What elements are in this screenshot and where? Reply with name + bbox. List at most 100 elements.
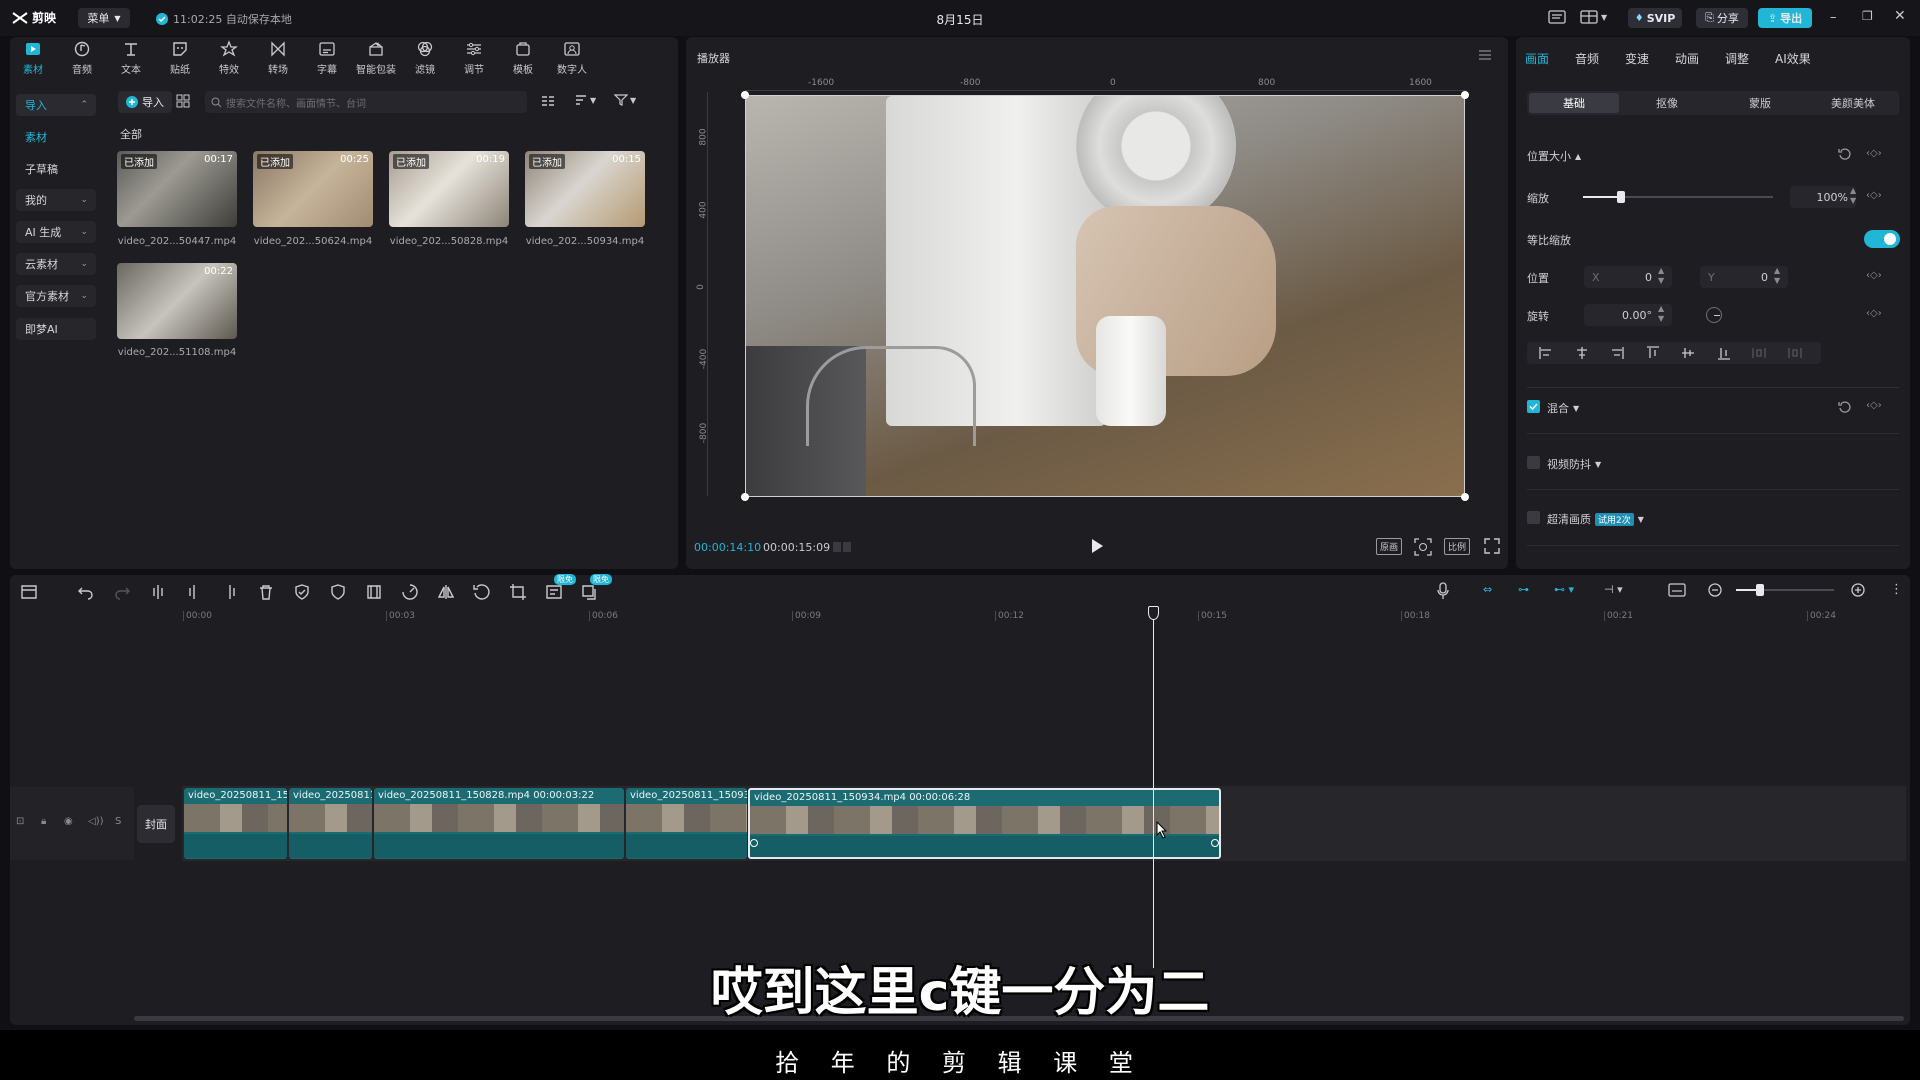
keyframe-icon[interactable]: ‹◇› [1866, 270, 1882, 281]
auto-snap-icon[interactable]: ⊶ [1518, 583, 1540, 599]
resize-handle[interactable] [1461, 493, 1469, 501]
layout-select-icon[interactable] [18, 581, 40, 603]
undo-icon[interactable] [75, 581, 97, 603]
distribute-h-icon[interactable] [1752, 346, 1766, 360]
list-view-icon[interactable] [541, 95, 555, 107]
properties-tab[interactable]: 变速 [1625, 50, 1649, 67]
properties-tab[interactable]: 音频 [1575, 50, 1599, 67]
delete-icon[interactable] [255, 581, 277, 603]
search-input[interactable]: 搜索文件名称、画面情节、台词 [205, 91, 527, 113]
media-thumb[interactable]: 已添加 00:19 [389, 151, 509, 227]
play-button[interactable] [1090, 538, 1104, 554]
hd-checkbox[interactable] [1527, 511, 1540, 524]
distribute-v-icon[interactable] [1787, 346, 1802, 360]
stabilize-section[interactable]: 视频防抖 ▼ [1547, 456, 1601, 472]
align-left-icon[interactable] [1539, 346, 1553, 360]
grid-view-icon[interactable] [176, 94, 190, 108]
panel-layout-icon[interactable]: ▼ [1580, 9, 1607, 25]
blend-section[interactable]: 混合 ▼ [1547, 400, 1579, 416]
y-stepper-arrows[interactable]: ▲ ▼ [1774, 266, 1780, 286]
reset-icon[interactable] [1838, 147, 1852, 161]
minimize-icon[interactable]: – [1830, 10, 1837, 25]
hd-section[interactable]: 超清画质 试用2次 ▼ [1547, 511, 1644, 527]
zoom-slider-knob[interactable] [1756, 584, 1764, 596]
playhead-line[interactable] [1153, 608, 1154, 968]
maximize-icon[interactable]: ❐ [1862, 9, 1873, 23]
scale-slider-knob[interactable] [1617, 191, 1625, 203]
filter-icon[interactable]: ▼ [614, 94, 636, 106]
rotation-stepper-arrows[interactable]: ▲ ▼ [1658, 304, 1664, 324]
linkage-icon[interactable]: ⊷ ▾ [1554, 583, 1586, 599]
stabilize-checkbox[interactable] [1527, 456, 1540, 469]
sidebar-item[interactable]: 导入 ⌃ [16, 94, 96, 116]
align-top-icon[interactable] [1646, 346, 1660, 360]
scale-slider[interactable] [1583, 191, 1773, 203]
toolbar-effects[interactable]: 特效 [207, 40, 251, 76]
import-button[interactable]: 导入 [118, 91, 172, 113]
freeze-frame-icon[interactable] [363, 581, 385, 603]
rotation-dial-icon[interactable] [1706, 307, 1722, 323]
timeline-clip[interactable]: video_20250811 [289, 788, 372, 859]
media-thumb[interactable]: 已添加 00:15 [525, 151, 645, 227]
sidebar-item[interactable]: 素材 [16, 126, 96, 148]
timeline-clip[interactable]: video_20250811_150934 [626, 788, 747, 859]
split-left-icon[interactable] [183, 581, 205, 603]
toolbar-template[interactable]: 模板 [501, 40, 545, 76]
svip-button[interactable]: ♦ SVIP [1628, 8, 1682, 28]
align-bottom-icon[interactable] [1717, 346, 1731, 360]
sidebar-item[interactable]: 子草稿 [16, 158, 96, 180]
preview-axis-icon[interactable]: ⊣ ▾ [1604, 583, 1636, 599]
subtitle-track-icon[interactable] [1668, 582, 1686, 598]
scale-input[interactable]: 100% [1790, 186, 1856, 208]
app-logo[interactable]: 剪映 [12, 9, 56, 26]
properties-subtab[interactable]: 美颜美体 [1808, 93, 1898, 113]
sidebar-item[interactable]: 我的 ⌄ [16, 189, 96, 211]
align-right-icon[interactable] [1610, 346, 1624, 360]
toolbar-sticker[interactable]: 贴纸 [158, 40, 202, 76]
main-track-magnet-icon[interactable]: ⇔ [1483, 583, 1505, 599]
zoom-slider[interactable] [1736, 584, 1834, 596]
share-button[interactable]: ⎘ 分享 [1696, 8, 1748, 28]
keyframe-icon[interactable]: ‹◇› [1866, 400, 1882, 411]
toolbar-text[interactable]: 文本 [109, 40, 153, 76]
align-hcenter-icon[interactable] [1575, 346, 1589, 360]
layout-icon[interactable] [1548, 9, 1566, 25]
zoom-in-icon[interactable] [1850, 582, 1866, 598]
split-icon[interactable] [147, 581, 169, 603]
original-quality-button[interactable]: 原画 [1376, 538, 1402, 555]
align-vcenter-icon[interactable] [1681, 346, 1695, 360]
properties-tab[interactable]: 动画 [1675, 50, 1699, 67]
lock-icon[interactable]: 🔒︎ [41, 816, 46, 827]
media-thumb[interactable]: 已添加 00:17 [117, 151, 237, 227]
properties-subtab[interactable]: 基础 [1529, 93, 1619, 113]
properties-subtab[interactable]: 抠像 [1622, 93, 1712, 113]
eye-icon[interactable]: ◉ [64, 816, 73, 827]
resize-handle[interactable] [741, 493, 749, 501]
clip-trim-handle[interactable] [750, 839, 758, 847]
redo-icon[interactable] [111, 581, 133, 603]
microphone-icon[interactable] [1436, 582, 1450, 600]
ratio-button[interactable]: 比例 [1444, 538, 1470, 555]
mirror-icon[interactable] [435, 581, 457, 603]
timecode-grid-icon[interactable] [832, 540, 852, 554]
toolbar-subtitle[interactable]: 字幕 [305, 40, 349, 76]
shield-check-icon[interactable] [291, 581, 313, 603]
resize-handle[interactable] [1461, 91, 1469, 99]
resize-handle[interactable] [741, 91, 749, 99]
keyframe-icon[interactable]: ‹◇› [1866, 308, 1882, 319]
timeline-clip[interactable]: video_20250811_150 [184, 788, 287, 859]
track-toggle-icon[interactable]: ⊡ [16, 816, 24, 827]
toolbar-transition[interactable]: 转场 [256, 40, 300, 76]
toolbar-smart-pack[interactable]: 智能包装 [354, 40, 398, 76]
timeline-clip[interactable]: video_20250811_150828.mp4 00:00:03:22 [374, 788, 624, 859]
toolbar-digital-human[interactable]: 数字人 [550, 40, 594, 76]
snapshot-icon[interactable] [1414, 538, 1432, 556]
player-menu-icon[interactable] [1478, 49, 1492, 61]
sidebar-item[interactable]: 官方素材 ⌄ [16, 285, 96, 307]
properties-subtab[interactable]: 蒙版 [1715, 93, 1805, 113]
crop-icon[interactable] [507, 581, 529, 603]
position-size-section[interactable]: 位置大小 ▲ [1527, 148, 1581, 164]
split-right-icon[interactable] [219, 581, 241, 603]
playhead-handle[interactable] [1148, 606, 1159, 620]
toolbar-filter[interactable]: 滤镜 [403, 40, 447, 76]
